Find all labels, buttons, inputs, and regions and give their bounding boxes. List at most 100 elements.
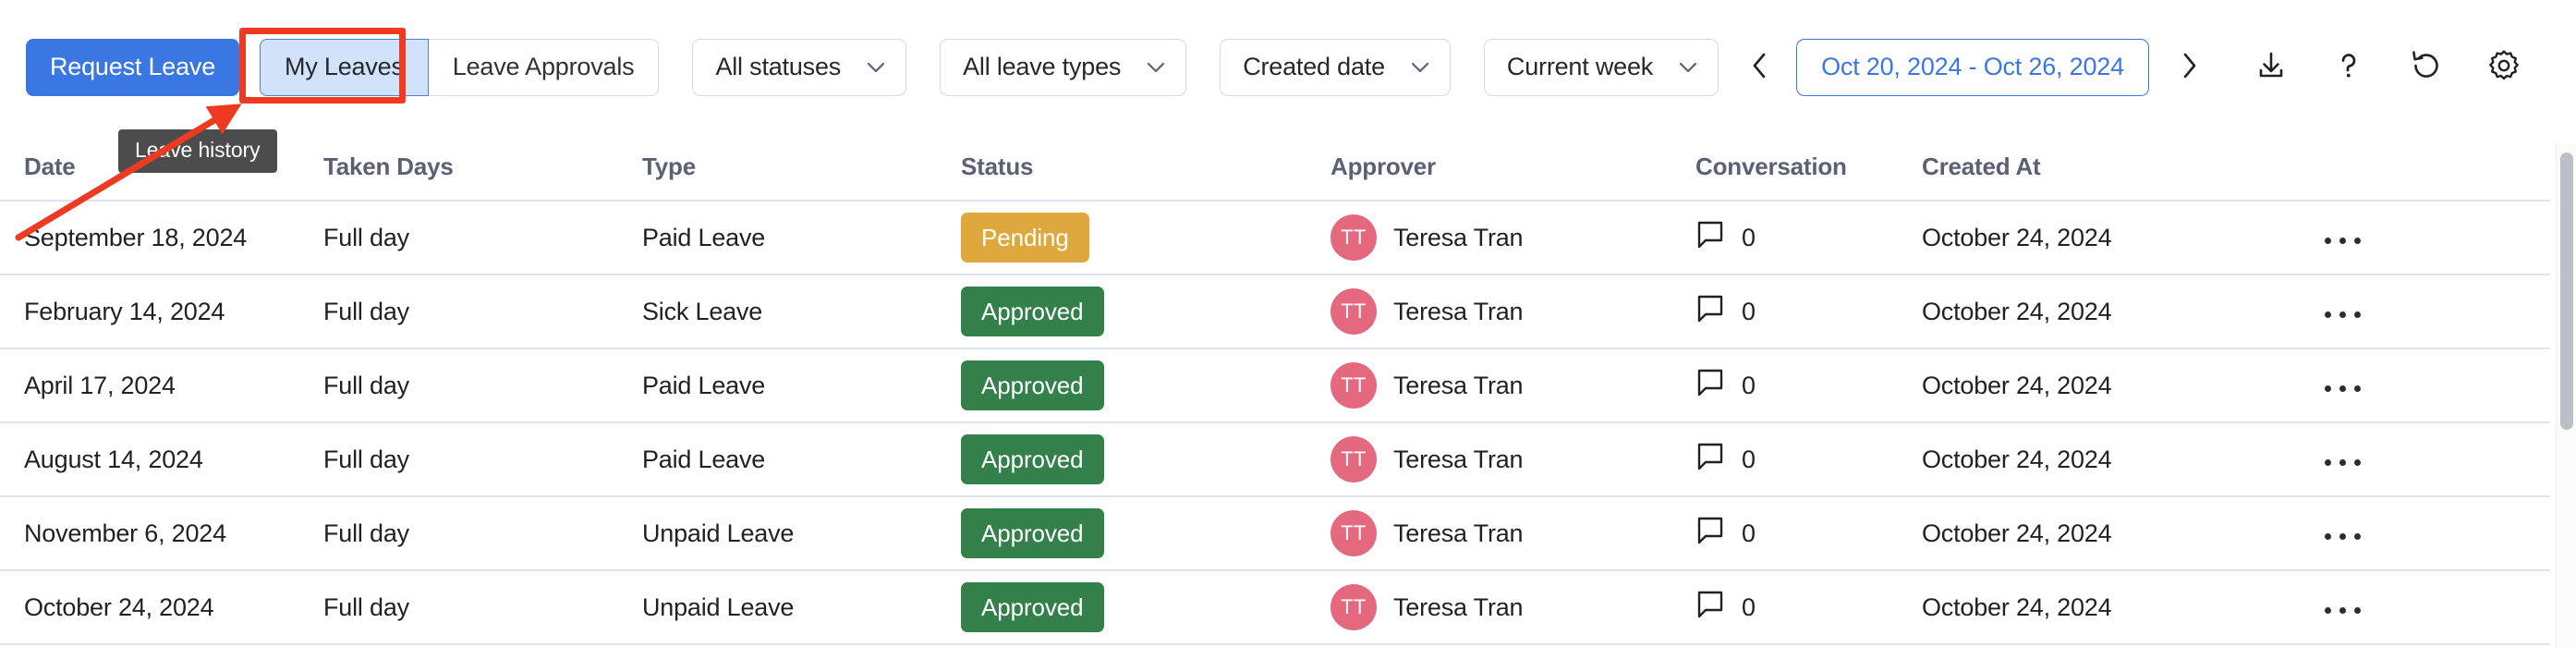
status-badge: Approved	[961, 508, 1104, 558]
column-header-taken-days[interactable]: Taken Days	[323, 134, 642, 201]
table-row[interactable]: February 14, 2024 Full day Sick Leave Appro…	[0, 275, 2550, 348]
column-header-approver[interactable]: Approver	[1331, 134, 1695, 201]
cell-conversation: 0	[1695, 422, 1922, 496]
cell-created-at: October 24, 2024	[1922, 592, 2112, 621]
column-header-created-at[interactable]: Created At	[1922, 134, 2319, 201]
row-actions-menu-button[interactable]	[2319, 228, 2366, 253]
dot	[2354, 533, 2361, 540]
download-button[interactable]	[2245, 42, 2297, 93]
dot	[2325, 385, 2331, 392]
table-header-row: Date Taken Days Type Status Approver Con…	[0, 134, 2550, 201]
table-row[interactable]: November 6, 2024 Full day Unpaid Leave Appr…	[0, 496, 2550, 570]
toolbar: Request Leave My Leaves Leave Approvals …	[0, 0, 2576, 134]
approver-name: Teresa Tran	[1393, 223, 1524, 251]
help-button[interactable]	[2323, 42, 2375, 93]
tab-leave-approvals[interactable]: Leave Approvals	[428, 38, 660, 96]
cell-taken-days: Full day	[323, 445, 409, 473]
speech-bubble-icon	[1695, 516, 1725, 552]
cell-created-at: October 24, 2024	[1922, 445, 2112, 473]
tab-my-leaves[interactable]: My Leaves	[260, 38, 429, 96]
conversation-cell[interactable]: 0	[1695, 368, 1922, 404]
cell-actions	[2319, 348, 2550, 422]
approver-name: Teresa Tran	[1393, 445, 1524, 473]
date-range-button[interactable]: Oct 20, 2024 - Oct 26, 2024	[1796, 38, 2149, 96]
previous-period-button[interactable]	[1735, 39, 1783, 96]
cell-approver: TT Teresa Tran	[1331, 496, 1695, 570]
status-filter-select[interactable]: All statuses	[692, 38, 907, 96]
cell-type: Paid Leave	[642, 223, 766, 251]
dot	[2339, 385, 2346, 392]
column-header-conversation[interactable]: Conversation	[1695, 134, 1922, 201]
dot	[2325, 607, 2331, 614]
cell-actions	[2319, 201, 2550, 275]
cell-conversation: 0	[1695, 570, 1922, 644]
cell-date: August 14, 2024	[24, 445, 203, 473]
scrollbar-thumb[interactable]	[2560, 153, 2573, 430]
conversation-cell[interactable]: 0	[1695, 442, 1922, 478]
row-actions-menu-button[interactable]	[2319, 450, 2366, 475]
next-period-button[interactable]	[2166, 39, 2214, 96]
cell-created-at: October 24, 2024	[1922, 371, 2112, 399]
cell-status: Approved	[961, 496, 1331, 570]
download-icon	[2254, 49, 2288, 85]
leave-type-filter-select[interactable]: All leave types	[940, 38, 1187, 96]
cell-date: September 18, 2024	[24, 223, 248, 251]
vertical-scrollbar[interactable]	[2556, 143, 2576, 647]
cell-approver: TT Teresa Tran	[1331, 348, 1695, 422]
request-leave-button[interactable]: Request Leave	[26, 38, 240, 96]
cell-date: November 6, 2024	[24, 519, 226, 547]
speech-bubble-icon	[1695, 294, 1725, 330]
column-header-status[interactable]: Status	[961, 134, 1331, 201]
dot	[2339, 607, 2346, 614]
table-row[interactable]: April 17, 2024 Full day Paid Leave Approved…	[0, 348, 2550, 422]
settings-gear-icon	[2486, 48, 2521, 86]
dot	[2354, 459, 2361, 466]
cell-created-at: October 24, 2024	[1922, 519, 2112, 547]
row-actions-menu-button[interactable]	[2319, 376, 2366, 401]
dot	[2339, 533, 2346, 540]
status-badge: Approved	[961, 434, 1104, 484]
refresh-button[interactable]	[2400, 42, 2452, 93]
chevron-left-icon	[1751, 52, 1768, 82]
avatar: TT	[1331, 436, 1377, 482]
conversation-count: 0	[1742, 592, 1756, 621]
period-filter-select[interactable]: Current week	[1483, 38, 1719, 96]
cell-approver: TT Teresa Tran	[1331, 570, 1695, 644]
table-row[interactable]: August 14, 2024 Full day Paid Leave Approve…	[0, 422, 2550, 496]
row-actions-menu-button[interactable]	[2319, 302, 2366, 327]
approver-cell: TT Teresa Tran	[1331, 214, 1695, 261]
settings-button[interactable]	[2478, 42, 2530, 93]
cell-conversation: 0	[1695, 275, 1922, 348]
conversation-count: 0	[1742, 297, 1756, 325]
avatar: TT	[1331, 362, 1377, 409]
approver-cell: TT Teresa Tran	[1331, 584, 1695, 630]
approver-name: Teresa Tran	[1393, 371, 1524, 399]
table-row[interactable]: September 18, 2024 Full day Paid Leave Pend…	[0, 201, 2550, 275]
column-header-type[interactable]: Type	[642, 134, 961, 201]
table-row[interactable]: October 24, 2024 Full day Unpaid Leave Appr…	[0, 570, 2550, 644]
conversation-cell[interactable]: 0	[1695, 294, 1922, 330]
row-actions-menu-button[interactable]	[2319, 524, 2366, 549]
chevron-down-icon	[1411, 62, 1429, 73]
chevron-right-icon	[2181, 52, 2198, 82]
conversation-cell[interactable]: 0	[1695, 220, 1922, 256]
conversation-cell[interactable]: 0	[1695, 590, 1922, 626]
cell-date: February 14, 2024	[24, 297, 225, 325]
row-actions-menu-button[interactable]	[2319, 598, 2366, 623]
dot	[2325, 459, 2331, 466]
chevron-down-icon	[1679, 62, 1697, 73]
dot	[2339, 459, 2346, 466]
speech-bubble-icon	[1695, 220, 1725, 256]
cell-type: Unpaid Leave	[642, 592, 795, 621]
date-field-filter-select[interactable]: Created date	[1220, 38, 1451, 96]
cell-status: Approved	[961, 570, 1331, 644]
column-header-actions	[2319, 134, 2550, 201]
conversation-cell[interactable]: 0	[1695, 516, 1922, 552]
cell-date: October 24, 2024	[24, 592, 214, 621]
conversation-count: 0	[1742, 223, 1756, 251]
dot	[2354, 311, 2361, 318]
approver-name: Teresa Tran	[1393, 519, 1524, 547]
cell-created-at: October 24, 2024	[1922, 223, 2112, 251]
status-badge: Pending	[961, 213, 1089, 262]
dot	[2354, 385, 2361, 392]
